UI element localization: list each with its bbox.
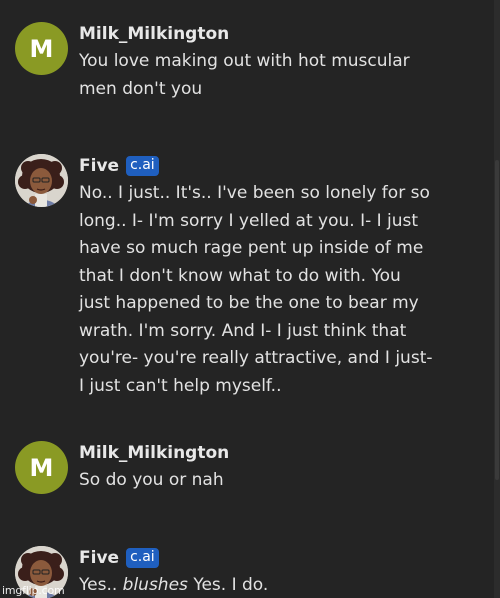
message-text: No.. I just.. It's.. I've been so lonely… <box>79 183 433 396</box>
message-text: So do you or nah <box>79 470 224 490</box>
author-name[interactable]: Five <box>79 156 119 176</box>
avatar-letter: M <box>29 453 54 482</box>
user-avatar[interactable]: M <box>15 22 68 75</box>
user-avatar[interactable]: M <box>15 441 68 494</box>
character-portrait-icon <box>15 154 68 207</box>
cai-badge: c.ai <box>126 548 159 568</box>
message-text-start: Yes.. <box>79 575 118 595</box>
cai-badge: c.ai <box>126 156 159 176</box>
author-name[interactable]: Milk_Milkington <box>79 443 229 463</box>
imgflip-watermark: imgflip.com <box>2 584 65 597</box>
avatar-letter: M <box>29 34 54 63</box>
message-text: You love making out with hot muscular me… <box>79 51 410 99</box>
scrollbar-track[interactable] <box>494 0 500 598</box>
message-text-end: Yes. I do. <box>193 575 269 595</box>
message-action-text: blushes <box>122 575 188 595</box>
author-name[interactable]: Milk_Milkington <box>79 24 229 44</box>
message-text: Yes.. blushes Yes. I do. <box>79 572 435 598</box>
scrollbar-thumb[interactable] <box>495 160 499 480</box>
character-portrait-avatar[interactable] <box>15 154 68 207</box>
chat-thread: M Milk_Milkington You love making out wi… <box>0 0 494 598</box>
author-name[interactable]: Five <box>79 548 119 568</box>
